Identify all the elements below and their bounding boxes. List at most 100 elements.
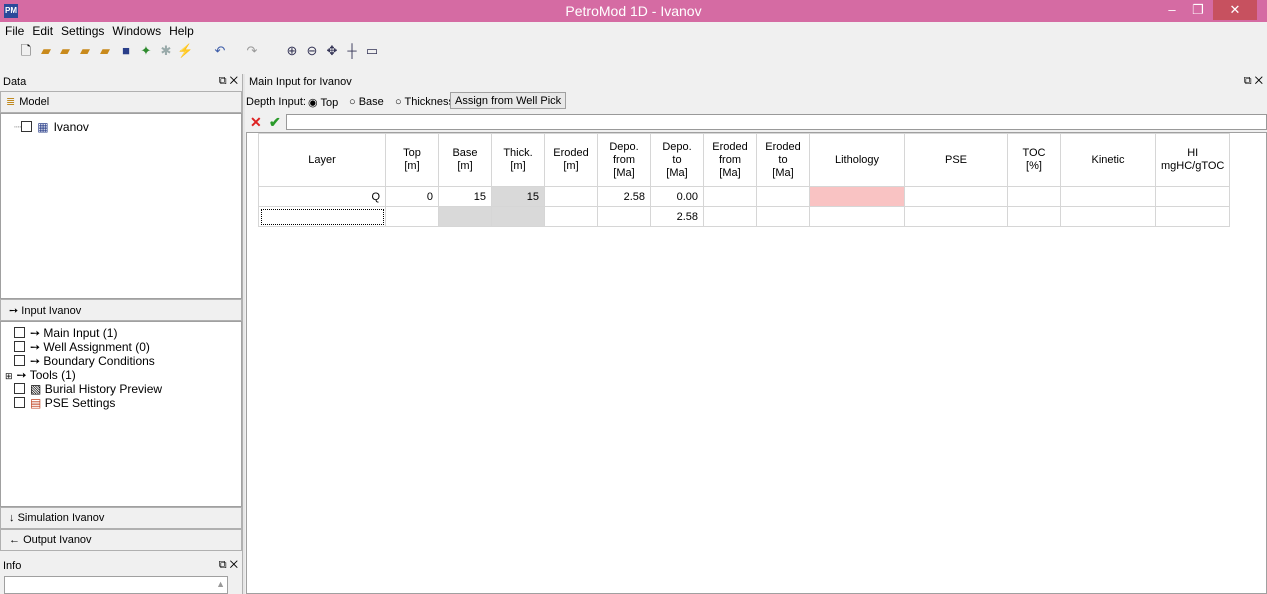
col-header[interactable]: Thick. [m] <box>491 133 545 187</box>
stats-icon[interactable]: ⚡ <box>177 43 193 59</box>
table-cell[interactable]: 2.58 <box>650 206 704 227</box>
table-cell[interactable] <box>1007 186 1061 207</box>
table-cell[interactable] <box>491 206 545 227</box>
pan-icon[interactable]: ✥ <box>324 43 340 59</box>
new-icon[interactable]: 🗋 <box>18 43 34 59</box>
table-cell[interactable]: 15 <box>438 186 492 207</box>
open-folder-icon[interactable]: ▰ <box>57 43 73 59</box>
tree-item-burial-history[interactable]: ▧ Burial History Preview <box>14 382 162 396</box>
tree-item-pse-settings[interactable]: ▤ PSE Settings <box>14 396 115 410</box>
col-header[interactable]: PSE <box>904 133 1008 187</box>
app-icon[interactable]: PM <box>4 4 18 18</box>
radio-top[interactable]: ◉ Top <box>308 96 338 109</box>
col-header[interactable]: HI mgHC/gTOC <box>1154 133 1231 187</box>
rectangle-icon[interactable]: ▭ <box>364 43 380 59</box>
col-header[interactable]: Eroded to [Ma] <box>756 133 810 187</box>
run-icon[interactable]: ✦ <box>138 43 154 59</box>
col-header[interactable]: Eroded from [Ma] <box>703 133 757 187</box>
crosshair-icon[interactable]: ┼ <box>344 43 360 59</box>
table-cell[interactable] <box>1060 206 1156 227</box>
tree-item-tools[interactable]: ⊞ ➙ Tools (1) <box>5 368 76 382</box>
undo-icon[interactable]: ↶ <box>212 43 228 59</box>
col-header[interactable]: Top [m] <box>385 133 439 187</box>
float-close-icon[interactable]: ⧉ ✕ <box>219 75 238 88</box>
table-cell[interactable] <box>544 206 598 227</box>
simulation-button[interactable]: ↓ Simulation Ivanov <box>0 507 242 529</box>
table-cell[interactable] <box>1060 186 1156 207</box>
confirm-icon[interactable]: ✔ <box>269 114 281 131</box>
tree-item-main-input[interactable]: ➙ Main Input (1) <box>14 326 117 340</box>
checkbox[interactable] <box>14 327 25 338</box>
save-icon[interactable]: ■ <box>118 43 134 59</box>
table-cell[interactable] <box>809 186 905 207</box>
person-icon[interactable]: ✱ <box>158 43 174 59</box>
table-cell[interactable] <box>756 206 810 227</box>
tree-item-ivanov[interactable]: ┈ ▦ Ivanov <box>14 120 89 134</box>
table-cell[interactable]: 15 <box>491 186 545 207</box>
open-icon[interactable]: ▰ <box>38 43 54 59</box>
input-tree: ➙ Main Input (1) ➙ Well Assignment (0) ➙… <box>0 321 242 507</box>
table-cell[interactable] <box>258 206 386 227</box>
table-cell[interactable]: 2.58 <box>597 186 651 207</box>
radio-thickness[interactable]: ○ Thickness <box>395 96 454 108</box>
menu-edit[interactable]: Edit <box>27 22 56 38</box>
scroll-up-icon[interactable]: ▲ <box>216 579 225 589</box>
checkbox[interactable] <box>21 121 33 132</box>
tree-item-boundary-conditions[interactable]: ➙ Boundary Conditions <box>14 354 155 368</box>
checkbox[interactable] <box>14 341 25 352</box>
table-cell[interactable] <box>703 186 757 207</box>
assign-from-well-pick-button[interactable]: Assign from Well Pick <box>450 92 567 109</box>
col-header[interactable]: Depo. to [Ma] <box>650 133 704 187</box>
output-button[interactable]: ← Output Ivanov <box>0 529 242 551</box>
cell-edit-input[interactable] <box>286 114 1267 130</box>
splitter[interactable] <box>242 74 245 594</box>
col-header[interactable]: Base [m] <box>438 133 492 187</box>
header-line: [Ma] <box>666 166 688 179</box>
radio-base[interactable]: ○ Base <box>349 96 384 108</box>
expand-plus-icon[interactable]: ⊞ <box>5 371 13 381</box>
menu-file[interactable]: File <box>0 22 27 38</box>
table-cell[interactable]: 0.00 <box>650 186 704 207</box>
table-cell[interactable] <box>385 206 439 227</box>
cancel-icon[interactable]: ✕ <box>250 114 262 131</box>
table-cell[interactable] <box>904 186 1008 207</box>
col-header[interactable]: Depo. from [Ma] <box>597 133 651 187</box>
checkbox[interactable] <box>14 397 25 408</box>
table-cell[interactable] <box>756 186 810 207</box>
redo-icon[interactable]: ↷ <box>244 43 260 59</box>
col-header[interactable]: Layer <box>258 133 386 187</box>
float-close-icon[interactable]: ⧉ ✕ <box>219 559 238 572</box>
arrow-right-icon: ➙ <box>16 368 27 382</box>
checkbox[interactable] <box>14 383 25 394</box>
col-header[interactable]: Eroded [m] <box>544 133 598 187</box>
col-header[interactable]: TOC [%] <box>1007 133 1061 187</box>
col-header[interactable]: Kinetic <box>1060 133 1156 187</box>
open-folder-2-icon[interactable]: ▰ <box>77 43 93 59</box>
model-tab[interactable]: ≣ Model <box>0 91 242 113</box>
table-cell[interactable] <box>904 206 1008 227</box>
table-cell[interactable] <box>438 206 492 227</box>
menu-settings[interactable]: Settings <box>56 22 107 38</box>
zoom-in-icon[interactable]: ⊕ <box>284 43 300 59</box>
zoom-out-icon[interactable]: ⊖ <box>304 43 320 59</box>
table-cell[interactable] <box>809 206 905 227</box>
float-close-icon[interactable]: ⧉ ✕ <box>1244 75 1263 88</box>
restore-icon[interactable]: ❐ <box>1186 0 1210 20</box>
table-cell[interactable] <box>1007 206 1061 227</box>
table-cell[interactable] <box>1154 206 1231 227</box>
table-cell[interactable] <box>1154 186 1231 207</box>
table-cell[interactable] <box>597 206 651 227</box>
tree-item-well-assignment[interactable]: ➙ Well Assignment (0) <box>14 340 150 354</box>
table-cell[interactable]: 0 <box>385 186 439 207</box>
menu-help[interactable]: Help <box>164 22 197 38</box>
table-cell[interactable] <box>703 206 757 227</box>
minimize-icon[interactable]: – <box>1160 0 1184 20</box>
menu-windows[interactable]: Windows <box>107 22 164 38</box>
input-panel-header[interactable]: ➙ Input Ivanov <box>0 299 242 321</box>
checkbox[interactable] <box>14 355 25 366</box>
table-cell[interactable] <box>544 186 598 207</box>
open-folder-3-icon[interactable]: ▰ <box>97 43 113 59</box>
col-header[interactable]: Lithology <box>809 133 905 187</box>
table-cell[interactable]: Q <box>258 186 386 207</box>
close-icon[interactable]: ✕ <box>1213 0 1257 20</box>
